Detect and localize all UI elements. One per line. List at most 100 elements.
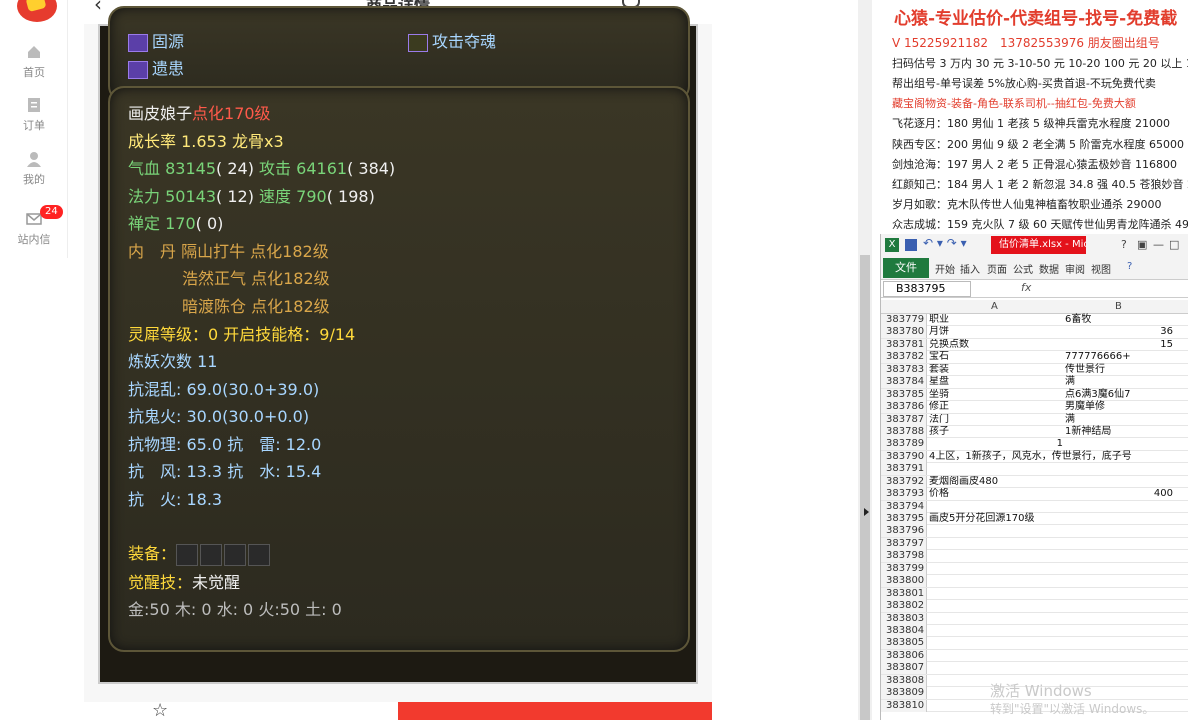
cell-a[interactable]: 画皮5开分花回源170级 (929, 513, 1169, 525)
table-row[interactable]: 383780 月饼 36 (881, 326, 1188, 339)
undo-icon[interactable]: ↶ ▾ ↷ ▾ (923, 236, 967, 250)
row-number[interactable]: 383789 (881, 438, 927, 451)
row-number[interactable]: 383787 (881, 413, 927, 426)
row-number[interactable]: 383807 (881, 662, 927, 675)
cell-b[interactable]: 男魔单修 (1065, 401, 1173, 413)
cell-b[interactable]: 1新神结局 (1065, 426, 1173, 438)
cell-b[interactable]: 满 (1065, 414, 1173, 426)
row-number[interactable]: 383785 (881, 388, 927, 401)
ribbon-tab[interactable]: 页面 (987, 261, 1007, 276)
ribbon-tab[interactable]: 插入 (960, 261, 980, 276)
scrollbar-track[interactable] (858, 0, 872, 720)
table-row[interactable]: 383791 (881, 463, 1188, 476)
table-row[interactable]: 383794 (881, 500, 1188, 513)
row-number[interactable]: 383784 (881, 376, 927, 389)
file-tab[interactable]: 文件 (883, 258, 929, 278)
cell-a[interactable]: 孩子 (929, 426, 1063, 438)
cell-b[interactable]: 400 (1065, 488, 1173, 500)
nav-home[interactable]: 首页 (0, 44, 68, 80)
table-row[interactable]: 383798 (881, 550, 1188, 563)
row-number[interactable]: 383791 (881, 463, 927, 476)
row-number[interactable]: 383786 (881, 401, 927, 414)
help-icon[interactable]: ? (1121, 238, 1127, 251)
minimize-icon[interactable]: — (1153, 238, 1164, 251)
row-number[interactable]: 383800 (881, 575, 927, 588)
row-number[interactable]: 383780 (881, 326, 927, 339)
ribbon-tab[interactable]: 视图 (1091, 261, 1111, 276)
row-number[interactable]: 383779 (881, 314, 927, 326)
ribbon-tab[interactable]: 审阅 (1065, 261, 1085, 276)
cell-a[interactable]: 麦烟阁画皮480 (929, 476, 1063, 488)
row-number[interactable]: 383792 (881, 475, 927, 488)
row-number[interactable]: 383809 (881, 687, 927, 700)
row-number[interactable]: 383810 (881, 699, 927, 712)
nav-messages[interactable]: 24 站内信 (0, 205, 68, 247)
scrollbar-thumb[interactable] (860, 255, 870, 720)
table-row[interactable]: 383786 修正 男魔单修 (881, 401, 1188, 414)
table-row[interactable]: 383784 星盘满 (881, 376, 1188, 389)
row-number[interactable]: 383803 (881, 612, 927, 625)
cell-b[interactable]: 传世景行 (1065, 364, 1173, 376)
row-number[interactable]: 383804 (881, 624, 927, 637)
row-number[interactable]: 383797 (881, 537, 927, 550)
row-number[interactable]: 383806 (881, 649, 927, 662)
table-row[interactable]: 383792 麦烟阁画皮480 (881, 475, 1188, 489)
cell-b[interactable]: 36 (1065, 326, 1173, 338)
favorite-star-icon[interactable]: ☆ (152, 702, 168, 720)
cell-a[interactable]: 星盘 (929, 376, 1063, 388)
help-circle-icon[interactable]: ? (1127, 261, 1132, 272)
cell-a[interactable]: 价格 (929, 488, 1063, 500)
table-row[interactable]: 383807 (881, 662, 1188, 675)
row-number[interactable]: 383801 (881, 587, 927, 600)
cell-a[interactable]: 坐骑 (929, 389, 1063, 401)
cell-b[interactable]: 777776666+ (1065, 351, 1173, 363)
maximize-icon[interactable]: □ (1169, 238, 1179, 251)
table-row[interactable]: 383805 (881, 637, 1188, 650)
row-number[interactable]: 383790 (881, 450, 927, 463)
row-number[interactable]: 383788 (881, 425, 927, 438)
cell-a[interactable]: 宝石 (929, 351, 1063, 363)
ribbon-tab[interactable]: 公式 (1013, 261, 1033, 276)
row-number[interactable]: 383799 (881, 562, 927, 575)
cell-b[interactable]: 6畜牧 (1065, 314, 1173, 326)
table-row[interactable]: 383801 (881, 587, 1188, 601)
table-row[interactable]: 383802 (881, 600, 1188, 613)
table-row[interactable]: 383796 (881, 525, 1188, 538)
cell-a[interactable]: 4上区，1新孩子，风克水，传世景行，底子号 (929, 451, 1169, 463)
table-row[interactable]: 383797 (881, 537, 1188, 551)
cell-b[interactable]: 满 (1065, 376, 1173, 388)
row-number[interactable]: 383794 (881, 500, 927, 513)
nav-orders[interactable]: 订单 (0, 97, 68, 133)
table-row[interactable]: 383795 画皮5开分花回源170级 (881, 513, 1188, 526)
column-a-header[interactable]: A (991, 301, 998, 312)
cell-b[interactable]: 点6满3魔6仙7 (1065, 389, 1173, 401)
table-row[interactable]: 383799 (881, 562, 1188, 576)
table-row[interactable]: 383804 (881, 624, 1188, 638)
row-number[interactable]: 383783 (881, 363, 927, 376)
fx-icon[interactable]: fx (1021, 281, 1031, 294)
nav-mine[interactable]: 我的 (0, 151, 68, 187)
cell-a[interactable]: 套装 (929, 364, 1063, 376)
row-number[interactable]: 383781 (881, 338, 927, 351)
row-number[interactable]: 383793 (881, 488, 927, 501)
cell-a[interactable]: 月饼 (929, 326, 1063, 338)
row-number[interactable]: 383798 (881, 550, 927, 563)
app-logo[interactable] (17, 0, 57, 22)
table-row[interactable]: 383779 职业 6畜牧 (881, 314, 1188, 327)
row-number[interactable]: 383782 (881, 351, 927, 364)
save-icon[interactable] (905, 239, 917, 251)
table-row[interactable]: 383787 法门满 (881, 413, 1188, 426)
restore-icon[interactable]: ▣ (1137, 238, 1147, 251)
cell-a[interactable]: 修正 (929, 401, 1063, 413)
row-number[interactable]: 383802 (881, 600, 927, 613)
cell-b[interactable]: 15 (1065, 339, 1173, 351)
cell-a[interactable]: 兑换点数 (929, 339, 1063, 351)
table-row[interactable]: 383781 兑换点数 15 (881, 338, 1188, 352)
table-row[interactable]: 383790 4上区，1新孩子，风克水，传世景行，底子号 (881, 450, 1188, 464)
ribbon-tab[interactable]: 开始 (935, 261, 955, 276)
buy-button[interactable] (398, 702, 712, 720)
cell-a[interactable]: 职业 (929, 314, 1063, 326)
row-number[interactable]: 383795 (881, 513, 927, 525)
table-row[interactable]: 383788 孩子 1新神结局 (881, 425, 1188, 439)
row-number[interactable]: 383796 (881, 525, 927, 538)
